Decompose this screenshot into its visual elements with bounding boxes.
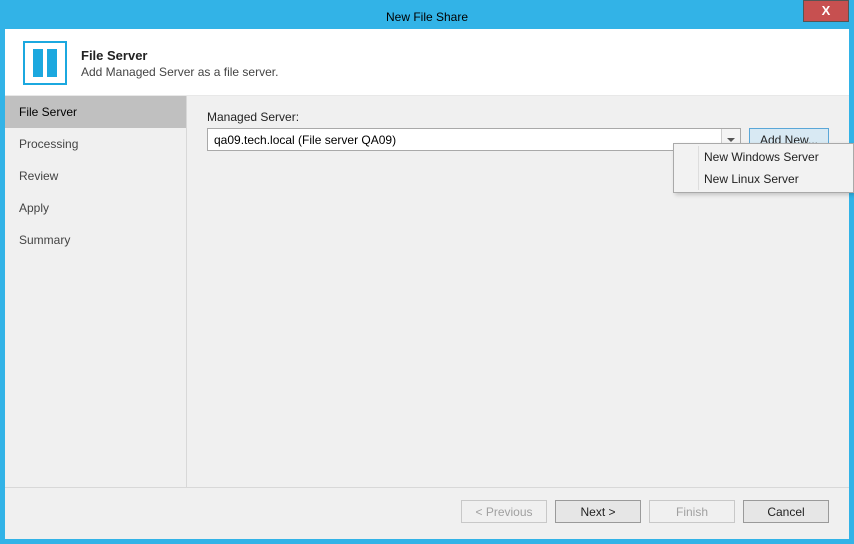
- next-button[interactable]: Next >: [555, 500, 641, 523]
- header-text: File Server Add Managed Server as a file…: [81, 48, 278, 79]
- cancel-button[interactable]: Cancel: [743, 500, 829, 523]
- step-file-server[interactable]: File Server: [5, 96, 186, 128]
- title-bar[interactable]: New File Share X: [5, 5, 849, 29]
- close-button[interactable]: X: [803, 0, 849, 22]
- window-inner: File Server Add Managed Server as a file…: [5, 29, 849, 539]
- managed-server-value: qa09.tech.local (File server QA09): [214, 133, 396, 147]
- managed-server-label: Managed Server:: [207, 110, 829, 124]
- header-title: File Server: [81, 48, 278, 63]
- file-server-icon: [23, 41, 67, 85]
- previous-button: < Previous: [461, 500, 547, 523]
- managed-server-dropdown[interactable]: qa09.tech.local (File server QA09): [207, 128, 741, 151]
- step-apply[interactable]: Apply: [5, 192, 186, 224]
- menu-new-windows-server[interactable]: New Windows Server: [676, 146, 851, 168]
- add-new-menu: New Windows Server New Linux Server: [673, 143, 854, 193]
- step-review[interactable]: Review: [5, 160, 186, 192]
- step-summary[interactable]: Summary: [5, 224, 186, 256]
- header-subtitle: Add Managed Server as a file server.: [81, 65, 278, 79]
- step-processing[interactable]: Processing: [5, 128, 186, 160]
- wizard-footer: < Previous Next > Finish Cancel: [5, 487, 849, 539]
- wizard-window: New File Share X File Server Add Managed…: [0, 0, 854, 544]
- wizard-steps-sidebar: File Server Processing Review Apply Summ…: [5, 96, 187, 487]
- wizard-header: File Server Add Managed Server as a file…: [5, 29, 849, 96]
- close-icon: X: [822, 3, 831, 18]
- finish-button: Finish: [649, 500, 735, 523]
- window-title: New File Share: [386, 10, 468, 24]
- menu-new-linux-server[interactable]: New Linux Server: [676, 168, 851, 190]
